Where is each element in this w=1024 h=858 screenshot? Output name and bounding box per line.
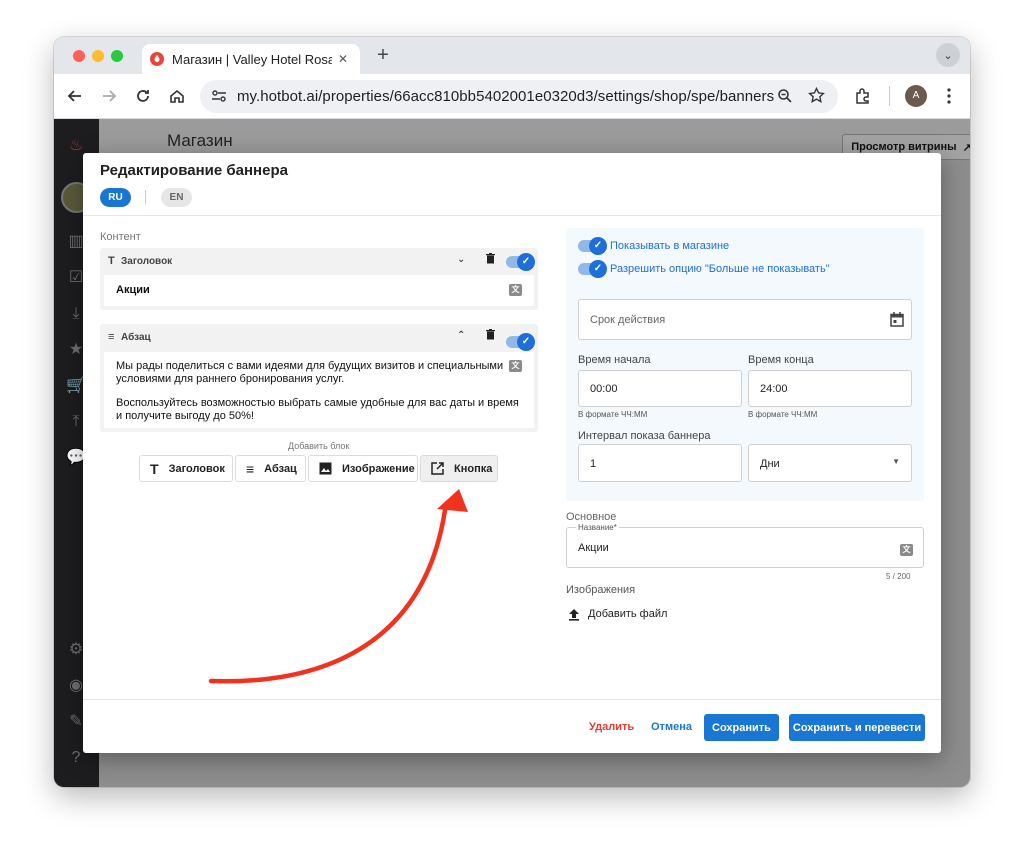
annotation-arrow-line	[208, 507, 448, 684]
annotation-arrow	[208, 489, 468, 684]
annotation-arrow-head	[437, 489, 468, 512]
